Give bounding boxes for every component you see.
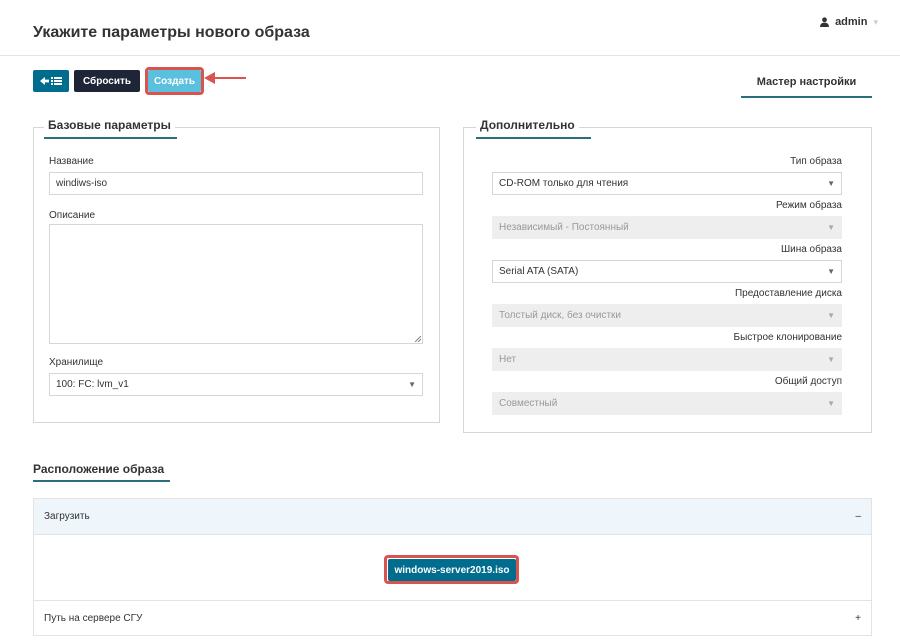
fast-clone-label: Быстрое клонирование [733,332,842,343]
upload-section-header[interactable]: Загрузить – [34,499,871,535]
caret-down-icon: ▼ [827,179,835,188]
image-mode-value: Независимый - Постоянный [499,222,629,233]
image-type-select[interactable]: CD-ROM только для чтения ▼ [492,172,842,195]
extra-params-legend: Дополнительно [476,118,579,132]
upload-section-body: windows-server2019.iso [34,535,871,600]
user-icon [820,17,830,27]
shared-access-value: Совместный [499,398,558,409]
description-field[interactable] [49,224,423,344]
resize-grip-icon[interactable] [415,336,421,342]
image-mode-label: Режим образа [775,200,842,211]
disk-provisioning-select: Толстый диск, без очистки ▼ [492,304,842,327]
chevron-down-icon: ▾ [873,16,878,27]
fast-clone-select: Нет ▼ [492,348,842,371]
disk-provisioning-value: Толстый диск, без очистки [499,310,621,321]
collapse-icon: – [855,511,861,522]
server-path-section-header[interactable]: Путь на сервере СГУ + [34,600,871,636]
image-bus-label: Шина образа [780,244,842,255]
back-to-list-button[interactable] [33,70,69,92]
caret-down-icon: ▼ [827,399,835,408]
name-label: Название [49,156,94,167]
page-title: Укажите параметры нового образа [33,24,310,41]
arrow-annotation-icon [204,72,246,84]
caret-down-icon: ▼ [408,380,416,389]
expand-icon: + [855,613,861,624]
name-field[interactable] [49,172,423,195]
image-location-title: Расположение образа [33,462,165,476]
basic-params-underline [44,137,177,139]
fast-clone-value: Нет [499,354,517,365]
description-label: Описание [49,210,96,221]
image-location-accordion: Загрузить – windows-server2019.iso Путь … [33,498,872,636]
caret-down-icon: ▼ [827,267,835,276]
shared-access-select: Совместный ▼ [492,392,842,415]
image-location-underline [33,480,170,482]
storage-value: 100: FC: lvm_v1 [56,379,129,390]
reset-button[interactable]: Сбросить [74,70,140,92]
page-header: Укажите параметры нового образа admin ▾ [0,0,900,56]
basic-params-legend: Базовые параметры [44,118,175,132]
disk-provisioning-label: Предоставление диска [734,288,842,299]
server-path-label: Путь на сервере СГУ [44,613,143,624]
caret-down-icon: ▼ [827,355,835,364]
storage-select[interactable]: 100: FC: lvm_v1 ▼ [49,373,423,396]
upload-section-label: Загрузить [44,511,90,522]
selected-file-button[interactable]: windows-server2019.iso [388,559,516,581]
image-bus-value: Serial ATA (SATA) [499,266,579,277]
caret-down-icon: ▼ [827,311,835,320]
user-name: admin [835,16,868,28]
image-type-label: Тип образа [790,156,842,167]
tab-wizard[interactable]: Мастер настройки [741,68,872,98]
user-menu[interactable]: admin ▾ [820,16,878,28]
extra-params-underline [476,137,591,139]
shared-access-label: Общий доступ [774,376,842,387]
create-button[interactable]: Создать [148,70,201,92]
caret-down-icon: ▼ [827,223,835,232]
back-list-icon [40,77,62,85]
image-mode-select: Независимый - Постоянный ▼ [492,216,842,239]
image-bus-select[interactable]: Serial ATA (SATA) ▼ [492,260,842,283]
image-type-value: CD-ROM только для чтения [499,178,629,189]
storage-label: Хранилище [49,357,103,368]
